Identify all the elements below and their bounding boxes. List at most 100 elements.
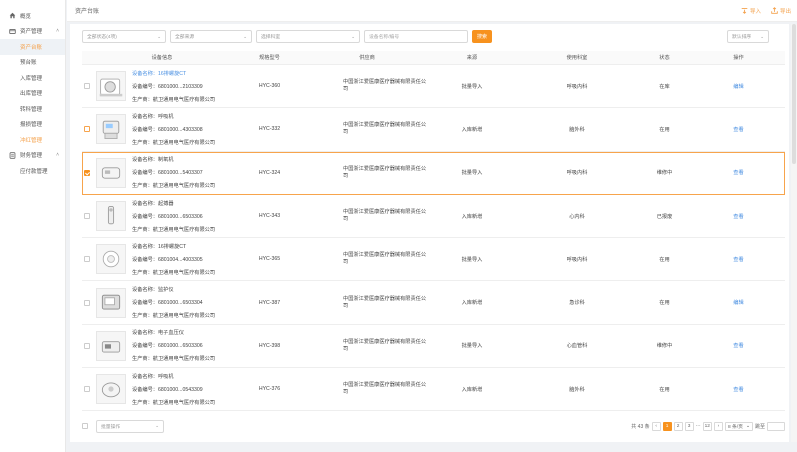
row-action-link[interactable]: 查看 <box>733 387 743 393</box>
col-header-action: 操作 <box>733 55 744 61</box>
device-name: 设备名称：呼吸机 <box>132 373 215 380</box>
page-button-1[interactable]: 1 <box>662 421 672 431</box>
device-code-prefix: 设备编号： <box>132 83 158 90</box>
dept-select[interactable]: 选择科室 ⌄ <box>256 30 360 43</box>
row-checkbox[interactable] <box>84 213 90 220</box>
nav-payables[interactable]: 应付款管理 <box>0 163 65 179</box>
nav-label: 财务管理 <box>20 153 43 160</box>
table-row[interactable]: 设备名称：起搏器 设备编号：6801000...6503306 生产商：航卫通用电气… <box>82 195 785 239</box>
prev-page-button[interactable]: ‹ <box>651 421 661 431</box>
chevron-down-icon: ⌄ <box>243 33 247 39</box>
device-name-prefix: 设备名称： <box>132 113 158 120</box>
import-label: 导入 <box>749 8 761 15</box>
device-maker: 生产商：航卫通用电气医疗有限公司 <box>132 312 215 319</box>
device-maker-value: 航卫通用电气医疗有限公司 <box>152 313 216 320</box>
table-row[interactable]: 设备名称：制氧机 设备编号：6801000...5403307 生产商：航卫通用电气… <box>82 151 785 195</box>
nav-asset-ledger[interactable]: 资产台账 <box>0 39 65 55</box>
nav-outbound[interactable]: 出库管理 <box>0 86 65 102</box>
device-name: 设备名称：16排螺旋CT <box>132 243 215 250</box>
nav-asset-management[interactable]: 资产管理 ˄ <box>0 24 65 40</box>
table-row[interactable]: 设备名称：16排螺旋CT 设备编号：6801004...4003305 生产商：航卫… <box>82 238 785 282</box>
device-code-value: 6801000...0543309 <box>157 386 203 393</box>
chevron-down-icon: ⌄ <box>760 33 764 39</box>
table-row[interactable]: 设备名称：电子血压仪 设备编号：6801000...6503306 生产商：航卫通用… <box>82 325 785 369</box>
model-cell: HYC-376 <box>258 386 281 393</box>
row-checkbox[interactable] <box>84 256 90 263</box>
row-checkbox[interactable] <box>84 299 90 306</box>
row-action-link[interactable]: 查看 <box>733 127 743 133</box>
export-icon <box>771 7 778 14</box>
device-thumbnail <box>96 374 126 405</box>
row-action-link[interactable]: 编辑 <box>733 300 743 306</box>
dept-cell: 脑外科 <box>569 386 585 393</box>
row-checkbox[interactable] <box>84 83 90 90</box>
nav-transfer[interactable]: 转科管理 <box>0 101 65 117</box>
device-maker-prefix: 生产商： <box>132 356 153 363</box>
row-checkbox-cell <box>82 126 92 133</box>
status-cell: 维修中 <box>656 170 673 177</box>
row-action-link[interactable]: 查看 <box>733 257 743 263</box>
page-button-3[interactable]: 3 <box>684 421 694 431</box>
table-row[interactable]: 设备名称：监护仪 设备编号：6801000...6503304 生产商：航卫通用电气… <box>82 281 785 325</box>
device-maker-value: 航卫通用电气医疗有限公司 <box>152 399 216 406</box>
page-scrollbar[interactable] <box>791 24 797 442</box>
sort-select-value: 默认排序 <box>732 35 752 40</box>
search-input[interactable]: 设备名称/编号 <box>364 30 468 43</box>
row-checkbox[interactable] <box>84 342 90 349</box>
scrollbar-thumb[interactable] <box>792 24 796 164</box>
nav-pre-ledger[interactable]: 预台账 <box>0 55 65 71</box>
device-maker-value: 航卫通用电气医疗有限公司 <box>152 226 216 233</box>
status-select[interactable]: 全部状态(4项) ⌄ <box>82 30 166 43</box>
table-row[interactable]: 设备名称：呼吸机 设备编号：6801000...4303308 生产商：航卫通用电气… <box>82 108 785 152</box>
batch-action-value: 批量操作 <box>101 424 121 430</box>
device-name[interactable]: 设备名称：16排螺旋CT <box>132 70 215 77</box>
row-action-link[interactable]: 查看 <box>733 343 743 349</box>
nav-loss-report[interactable]: 报损管理 <box>0 117 65 133</box>
next-page-button[interactable]: › <box>713 421 723 431</box>
chevron-down-icon: ⌄ <box>157 33 161 39</box>
row-action-cell: 查看 <box>692 342 785 349</box>
device-code-prefix: 设备编号： <box>132 213 158 220</box>
export-button[interactable]: 导出 <box>771 7 791 15</box>
table-row[interactable]: 设备名称：呼吸机 设备编号：6801000...0543309 生产商：航卫通用电气… <box>82 368 785 412</box>
row-action-link[interactable]: 编辑 <box>733 84 743 90</box>
import-button[interactable]: 导入 <box>741 7 761 15</box>
nav-inbound[interactable]: 入库管理 <box>0 70 65 86</box>
col-header-source: 来源 <box>466 55 478 61</box>
device-info-cell: 设备名称：16排螺旋CT 设备编号：6801000...2103309 生产商：航卫… <box>92 70 232 103</box>
nav-label: 资产管理 <box>20 29 43 36</box>
page-ellipsis[interactable]: ··· <box>696 423 701 429</box>
nav-label: 应付款管理 <box>20 168 48 175</box>
dept-cell: 急诊科 <box>569 300 585 307</box>
row-checkbox[interactable] <box>84 126 90 133</box>
supplier-cell: 中国浙江爱医康医疗器械有限责任公司 <box>343 252 427 266</box>
row-checkbox-cell <box>82 256 92 263</box>
page-size-select[interactable]: 8 条/页 ⌄ <box>724 421 753 431</box>
row-checkbox[interactable] <box>84 169 90 176</box>
supplier-cell: 中国浙江爱医康医疗器械有限责任公司 <box>343 338 427 352</box>
nav-reversal[interactable]: 冲红管理 <box>0 132 65 148</box>
table-row[interactable]: 设备名称：16排螺旋CT 设备编号：6801000...2103309 生产商：航卫… <box>82 65 785 109</box>
jump-page-input[interactable] <box>767 421 785 431</box>
source-select[interactable]: 全部来源 ⌄ <box>170 30 252 43</box>
device-maker: 生产商：航卫通用电气医疗有限公司 <box>132 355 215 362</box>
select-all-checkbox[interactable] <box>82 423 88 429</box>
device-info-cell: 设备名称：16排螺旋CT 设备编号：6801004...4003305 生产商：航卫… <box>92 243 232 276</box>
row-action-link[interactable]: 查看 <box>733 170 743 176</box>
page-button-last[interactable]: 12 <box>702 421 712 431</box>
row-action-link[interactable]: 查看 <box>733 214 743 220</box>
device-info-cell: 设备名称：起搏器 设备编号：6801000...6503306 生产商：航卫通用电气… <box>92 200 232 233</box>
device-code-prefix: 设备编号： <box>132 300 158 307</box>
status-cell: 在用 <box>659 386 670 393</box>
supplier-cell: 中国浙江爱医康医疗器械有限责任公司 <box>343 165 427 179</box>
sort-select[interactable]: 默认排序 ⌄ <box>727 30 769 43</box>
device-maker: 生产商：航卫通用电气医疗有限公司 <box>132 269 215 276</box>
device-code: 设备编号：6801000...6503306 <box>132 213 215 220</box>
nav-overview[interactable]: 概览 <box>0 8 65 24</box>
batch-action-select[interactable]: 批量操作 ⌄ <box>96 419 164 433</box>
nav-finance[interactable]: 财务管理 ˄ <box>0 148 65 164</box>
supplier-cell: 中国浙江爱医康医疗器械有限责任公司 <box>343 79 427 93</box>
search-button[interactable]: 搜索 <box>472 30 492 43</box>
row-checkbox[interactable] <box>84 386 90 393</box>
page-button-2[interactable]: 2 <box>673 421 683 431</box>
